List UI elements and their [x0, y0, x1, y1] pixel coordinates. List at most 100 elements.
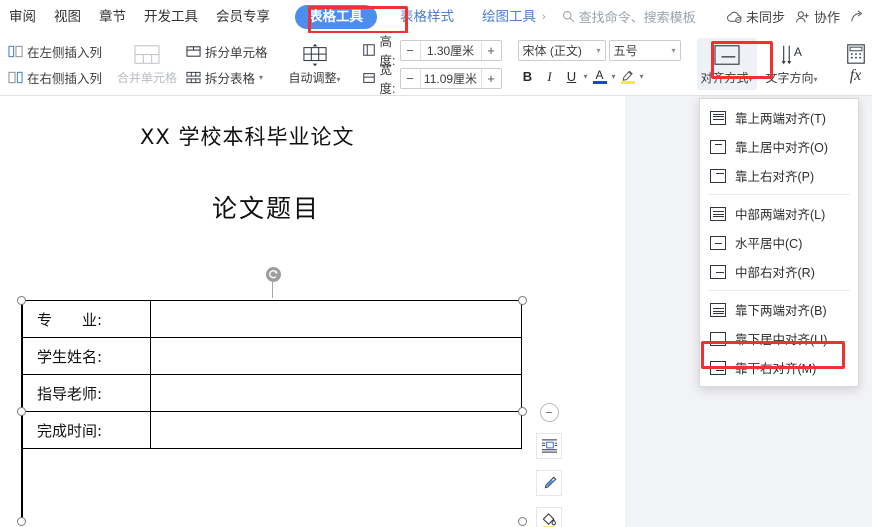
document-heading-title[interactable]: 论文题目 [212, 189, 320, 225]
menu-item-chapter[interactable]: 章节 [90, 4, 135, 30]
width-value[interactable]: 11.09厘米 [421, 70, 481, 87]
rotate-icon[interactable] [266, 267, 281, 282]
table-cell-label[interactable]: 学生姓名: [23, 338, 151, 375]
table-cell-label[interactable]: 指导老师: [23, 375, 151, 412]
font-size-select[interactable]: 五号 ▾ [609, 40, 681, 61]
row-height-stepper[interactable]: − 1.30厘米 + [400, 40, 502, 61]
chevron-down-icon[interactable]: ▾ [640, 72, 644, 81]
search-box[interactable]: 查找命令、搜索模板 [562, 7, 696, 26]
resize-handle-bottom-right[interactable] [518, 517, 527, 526]
chevron-down-icon[interactable]: ▾ [814, 75, 818, 84]
table-cell-value[interactable] [151, 338, 522, 375]
height-decrement-button[interactable]: − [401, 41, 421, 60]
align-top-center-icon [710, 140, 726, 154]
search-placeholder: 查找命令、搜索模板 [579, 7, 696, 26]
insert-column-left-button[interactable]: 在左侧插入列 [8, 40, 102, 62]
alignment-button[interactable]: 对齐方式▾ [697, 38, 757, 90]
auto-fit-button[interactable]: 自动调整▾ [284, 43, 346, 86]
collaborate-button[interactable]: 协作 [795, 7, 840, 26]
font-format-row: B I U ▾ A ▾ ▾ [518, 65, 681, 89]
document-page[interactable]: XX 学校本科毕业论文 论文题目 专 业: 学生姓名: 指导老师: [0, 96, 625, 527]
menu-item-review[interactable]: 审阅 [0, 4, 45, 30]
menu-item-member[interactable]: 会员专享 [207, 4, 279, 30]
format-painter-icon[interactable] [536, 470, 562, 496]
split-table-label: 拆分表格 [205, 68, 255, 87]
resize-handle-top-left[interactable] [17, 296, 26, 305]
menu-item-bottom-justify[interactable]: 靠下两端对齐(B) [700, 295, 858, 324]
split-cell-label: 拆分单元格 [205, 42, 268, 61]
width-increment-button[interactable]: + [481, 69, 501, 88]
chevron-down-icon[interactable]: ▾ [612, 72, 616, 81]
menu-item-table-tools[interactable]: 表格工具 [295, 5, 377, 29]
table-cell-value[interactable] [151, 375, 522, 412]
merge-cells-button[interactable]: 合并单元格 [118, 43, 176, 86]
chevron-right-icon[interactable]: › [538, 11, 550, 23]
menu-item-middle-center[interactable]: 水平居中(C) [700, 228, 858, 257]
split-cell-button[interactable]: 拆分单元格 [186, 40, 268, 62]
chevron-down-icon[interactable]: ▾ [337, 75, 341, 84]
ribbon-group-font: 宋体 (正文) ▾ 五号 ▾ B I U ▾ A ▾ [512, 33, 687, 95]
chevron-down-icon[interactable]: ▾ [592, 46, 600, 55]
menu-divider [708, 290, 850, 291]
table-cell-value[interactable] [151, 301, 522, 338]
menu-item-dev-tools[interactable]: 开发工具 [135, 4, 207, 30]
document-table-wrap[interactable]: 专 业: 学生姓名: 指导老师: 完成时间: [22, 300, 522, 449]
menu-item-label: 靠上右对齐(P) [735, 166, 814, 185]
document-heading-school[interactable]: XX 学校本科毕业论文 [140, 121, 354, 151]
menu-item-table-style[interactable]: 表格样式 [391, 4, 463, 30]
layout-options-icon[interactable] [536, 433, 562, 459]
table-cell-value[interactable] [151, 412, 522, 449]
text-direction-button[interactable]: A 文字方向▾ [761, 43, 823, 86]
alignment-dropdown-menu[interactable]: 靠上两端对齐(T) 靠上居中对齐(O) 靠上右对齐(P) 中部两端对齐(L) 水… [699, 98, 859, 387]
resize-handle-top-right[interactable] [518, 296, 527, 305]
insert-right-label: 在右侧插入列 [27, 68, 102, 87]
chevron-down-icon[interactable]: ▾ [584, 72, 588, 81]
underline-button[interactable]: U [562, 67, 582, 87]
split-table-button[interactable]: 拆分表格 ▾ [186, 66, 268, 88]
table-cell-label[interactable]: 专 业: [23, 301, 151, 338]
chevron-down-icon[interactable]: ▾ [667, 46, 675, 55]
height-increment-button[interactable]: + [481, 41, 501, 60]
menu-item-top-justify[interactable]: 靠上两端对齐(T) [700, 103, 858, 132]
menu-item-top-right[interactable]: 靠上右对齐(P) [700, 161, 858, 190]
resize-handle-middle-left[interactable] [17, 407, 26, 416]
menu-item-top-center[interactable]: 靠上居中对齐(O) [700, 132, 858, 161]
chevron-down-icon[interactable]: ▾ [749, 75, 753, 84]
resize-handle-middle-right[interactable] [518, 407, 527, 416]
chevron-down-icon[interactable]: ▾ [259, 73, 263, 82]
menu-item-draw-tools[interactable]: 绘图工具 [473, 4, 538, 30]
font-size-value: 五号 [614, 42, 668, 59]
menu-item-bottom-center[interactable]: 靠下居中对齐(U) [700, 324, 858, 353]
table-row[interactable]: 指导老师: [23, 375, 522, 412]
table-row[interactable]: 学生姓名: [23, 338, 522, 375]
italic-button[interactable]: I [540, 67, 560, 87]
rotate-stem [272, 282, 273, 298]
document-table[interactable]: 专 业: 学生姓名: 指导老师: 完成时间: [22, 300, 522, 449]
sync-status[interactable]: 未同步 [726, 7, 785, 26]
table-row[interactable]: 专 业: [23, 301, 522, 338]
font-color-letter: A [596, 70, 604, 81]
fill-color-icon[interactable] [536, 507, 562, 527]
formula-button[interactable]: fx [839, 43, 872, 85]
font-color-button[interactable]: A [590, 67, 610, 87]
column-width-field: 宽度: − 11.09厘米 + [362, 66, 502, 90]
bold-button[interactable]: B [518, 67, 538, 87]
menu-item-middle-justify[interactable]: 中部两端对齐(L) [700, 199, 858, 228]
highlight-button[interactable] [618, 67, 638, 87]
insert-column-right-button[interactable]: 在右侧插入列 [8, 66, 102, 88]
ribbon-group-insert: 在左侧插入列 在右侧插入列 [2, 33, 108, 95]
menu-item-bottom-right[interactable]: 靠下右对齐(M) [700, 353, 858, 382]
cloud-sync-icon [726, 10, 743, 24]
resize-handle-bottom-left[interactable] [17, 517, 26, 526]
column-width-stepper[interactable]: − 11.09厘米 + [400, 68, 502, 89]
table-row[interactable]: 完成时间: [23, 412, 522, 449]
collapse-button[interactable]: − [540, 403, 559, 422]
menu-item-view[interactable]: 视图 [45, 4, 90, 30]
menu-item-middle-right[interactable]: 中部右对齐(R) [700, 257, 858, 286]
share-icon[interactable] [850, 10, 866, 24]
floating-toolbar: − [536, 403, 562, 527]
width-decrement-button[interactable]: − [401, 69, 421, 88]
table-cell-label[interactable]: 完成时间: [23, 412, 151, 449]
height-value[interactable]: 1.30厘米 [421, 42, 481, 59]
font-name-select[interactable]: 宋体 (正文) ▾ [518, 40, 606, 61]
